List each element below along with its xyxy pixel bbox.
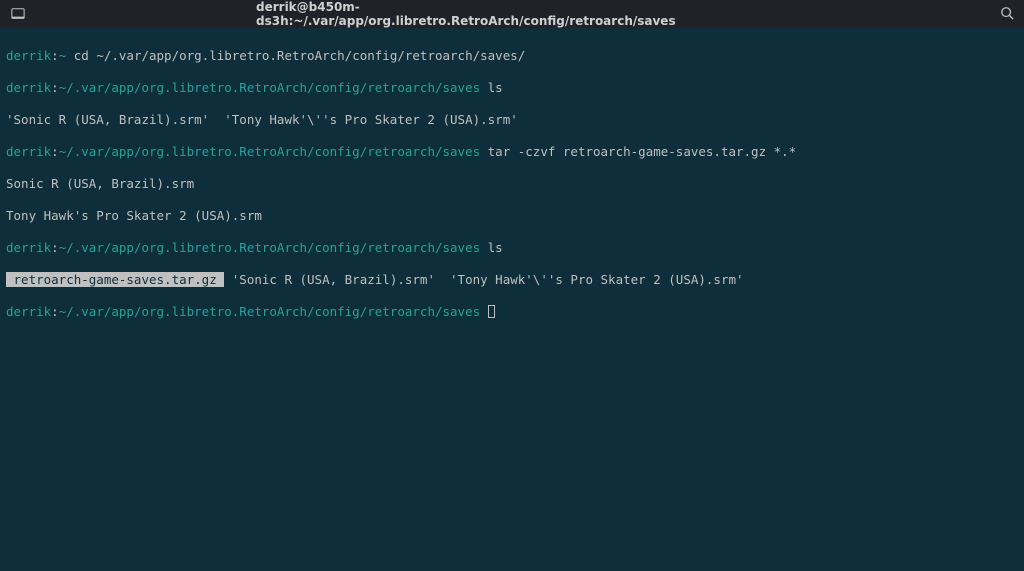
line-5: Sonic R (USA, Brazil).srm: [6, 176, 1018, 192]
prompt-user: derrik: [6, 240, 51, 255]
output-text: Sonic R (USA, Brazil).srm: [6, 176, 194, 191]
prompt-user: derrik: [6, 304, 51, 319]
line-9: derrik:~/.var/app/org.libretro.RetroArch…: [6, 304, 1018, 320]
cmd-text: ls: [480, 240, 503, 255]
terminal-output[interactable]: derrik:~ cd ~/.var/app/org.libretro.Retr…: [0, 28, 1024, 340]
prompt-path: ~/.var/app/org.libretro.RetroArch/config…: [59, 80, 480, 95]
line-6: Tony Hawk's Pro Skater 2 (USA).srm: [6, 208, 1018, 224]
line-8: retroarch-game-saves.tar.gz 'Sonic R (US…: [6, 272, 1018, 288]
cmd-text: cd ~/.var/app/org.libretro.RetroArch/con…: [66, 48, 525, 63]
prompt-path: ~/.var/app/org.libretro.RetroArch/config…: [59, 240, 480, 255]
titlebar: derrik@b450m-ds3h:~/.var/app/org.libretr…: [0, 0, 1024, 28]
line-4: derrik:~/.var/app/org.libretro.RetroArch…: [6, 144, 1018, 160]
titlebar-right: [1000, 6, 1014, 23]
highlighted-file: retroarch-game-saves.tar.gz: [6, 272, 224, 287]
prompt-sep: :: [51, 48, 59, 63]
prompt-path: ~/.var/app/org.libretro.RetroArch/config…: [59, 304, 480, 319]
prompt-sep: :: [51, 304, 59, 319]
output-text: 'Sonic R (USA, Brazil).srm' 'Tony Hawk'\…: [6, 112, 518, 127]
window-title: derrik@b450m-ds3h:~/.var/app/org.libretr…: [256, 0, 768, 28]
line-1: derrik:~ cd ~/.var/app/org.libretro.Retr…: [6, 48, 1018, 64]
line-7: derrik:~/.var/app/org.libretro.RetroArch…: [6, 240, 1018, 256]
prompt-user: derrik: [6, 80, 51, 95]
prompt-sep: :: [51, 80, 59, 95]
cmd-text: [480, 304, 488, 319]
output-text: Tony Hawk's Pro Skater 2 (USA).srm: [6, 208, 262, 223]
prompt-user: derrik: [6, 48, 51, 63]
cursor: [488, 305, 495, 318]
prompt-sep: :: [51, 240, 59, 255]
line-2: derrik:~/.var/app/org.libretro.RetroArch…: [6, 80, 1018, 96]
search-icon[interactable]: [1000, 6, 1014, 23]
prompt-user: derrik: [6, 144, 51, 159]
terminal-icon: [10, 6, 26, 22]
cmd-text: ls: [480, 80, 503, 95]
prompt-path: ~/.var/app/org.libretro.RetroArch/config…: [59, 144, 480, 159]
line-3: 'Sonic R (USA, Brazil).srm' 'Tony Hawk'\…: [6, 112, 1018, 128]
prompt-sep: :: [51, 144, 59, 159]
output-text: 'Sonic R (USA, Brazil).srm' 'Tony Hawk'\…: [224, 272, 743, 287]
cmd-text: tar -czvf retroarch-game-saves.tar.gz *.…: [480, 144, 796, 159]
